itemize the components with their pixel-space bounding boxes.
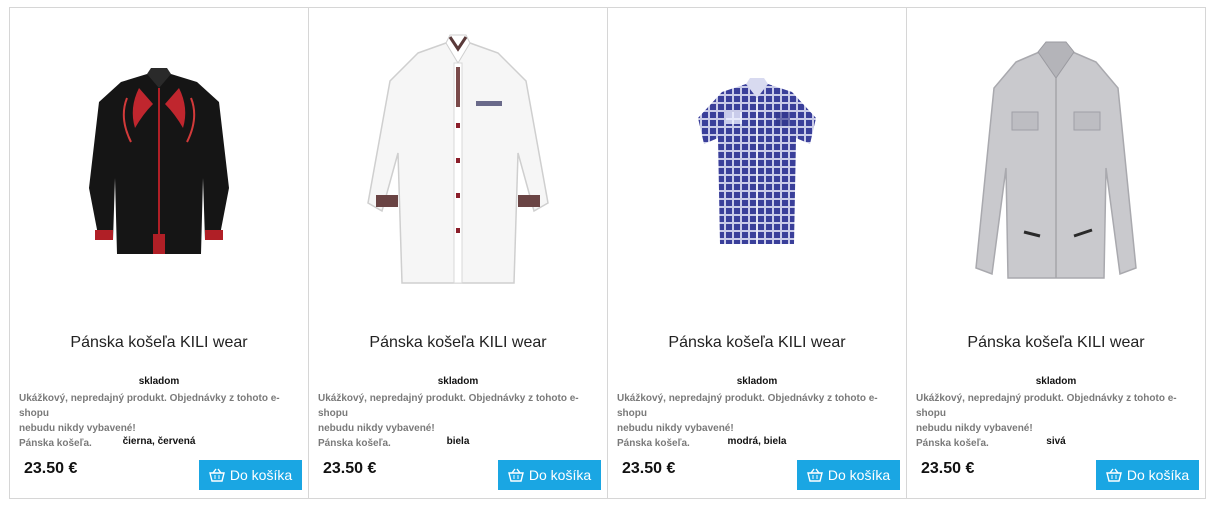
- add-to-cart-button[interactable]: Do košíka: [797, 460, 900, 490]
- product-colors: biela: [446, 436, 470, 447]
- add-to-cart-label: Do košíka: [1126, 467, 1190, 483]
- description-line: Ukážkový, nepredajný produkt. Objednávky…: [19, 393, 280, 419]
- product-image: [89, 68, 229, 254]
- basket-icon: [507, 468, 524, 482]
- add-to-cart-button[interactable]: Do košíka: [498, 460, 601, 490]
- product-colors: čierna, červená: [122, 436, 196, 447]
- stock-status: skladom: [1035, 376, 1077, 387]
- add-to-cart-button[interactable]: Do košíka: [1096, 460, 1199, 490]
- product-image-link[interactable]: [608, 8, 906, 318]
- basket-icon: [806, 468, 823, 482]
- basket-icon: [208, 468, 225, 482]
- add-to-cart-label: Do košíka: [827, 467, 891, 483]
- product-grid: Pánska košeľa KILI wear skladom Ukážkový…: [9, 7, 1206, 499]
- product-title[interactable]: Pánska košeľa KILI wear: [608, 334, 906, 352]
- product-card: Pánska košeľa KILI wear skladom Ukážkový…: [608, 8, 907, 498]
- basket-icon: [1105, 468, 1122, 482]
- product-title[interactable]: Pánska košeľa KILI wear: [10, 334, 308, 352]
- description-line: Ukážkový, nepredajný produkt. Objednávky…: [318, 393, 579, 419]
- description-line: Ukážkový, nepredajný produkt. Objednávky…: [617, 393, 878, 419]
- product-image: [698, 78, 816, 244]
- product-title[interactable]: Pánska košeľa KILI wear: [309, 334, 607, 352]
- product-image-link[interactable]: [10, 8, 308, 318]
- product-title[interactable]: Pánska košeľa KILI wear: [907, 334, 1205, 352]
- product-card: Pánska košeľa KILI wear skladom Ukážkový…: [10, 8, 309, 498]
- product-image: [975, 41, 1137, 279]
- product-price: 23.50 €: [921, 460, 975, 477]
- product-price: 23.50 €: [323, 460, 377, 477]
- product-colors: sivá: [1046, 436, 1066, 447]
- add-to-cart-button[interactable]: Do košíka: [199, 460, 302, 490]
- description-line: nebudu nikdy vybavené!: [318, 423, 435, 434]
- product-image: [367, 34, 549, 284]
- product-colors: modrá, biela: [727, 436, 787, 447]
- product-image-link[interactable]: [309, 8, 607, 318]
- product-price: 23.50 €: [24, 460, 78, 477]
- product-price: 23.50 €: [622, 460, 676, 477]
- description-line: nebudu nikdy vybavené!: [617, 423, 734, 434]
- description-line: nebudu nikdy vybavené!: [916, 423, 1033, 434]
- description-line: nebudu nikdy vybavené!: [19, 423, 136, 434]
- add-to-cart-label: Do košíka: [229, 467, 293, 483]
- product-image-link[interactable]: [907, 8, 1205, 318]
- description-line: Ukážkový, nepredajný produkt. Objednávky…: [916, 393, 1177, 419]
- product-card: Pánska košeľa KILI wear skladom Ukážkový…: [907, 8, 1205, 498]
- add-to-cart-label: Do košíka: [528, 467, 592, 483]
- stock-status: skladom: [736, 376, 778, 387]
- stock-status: skladom: [138, 376, 180, 387]
- stock-status: skladom: [437, 376, 479, 387]
- product-card: Pánska košeľa KILI wear skladom Ukážkový…: [309, 8, 608, 498]
